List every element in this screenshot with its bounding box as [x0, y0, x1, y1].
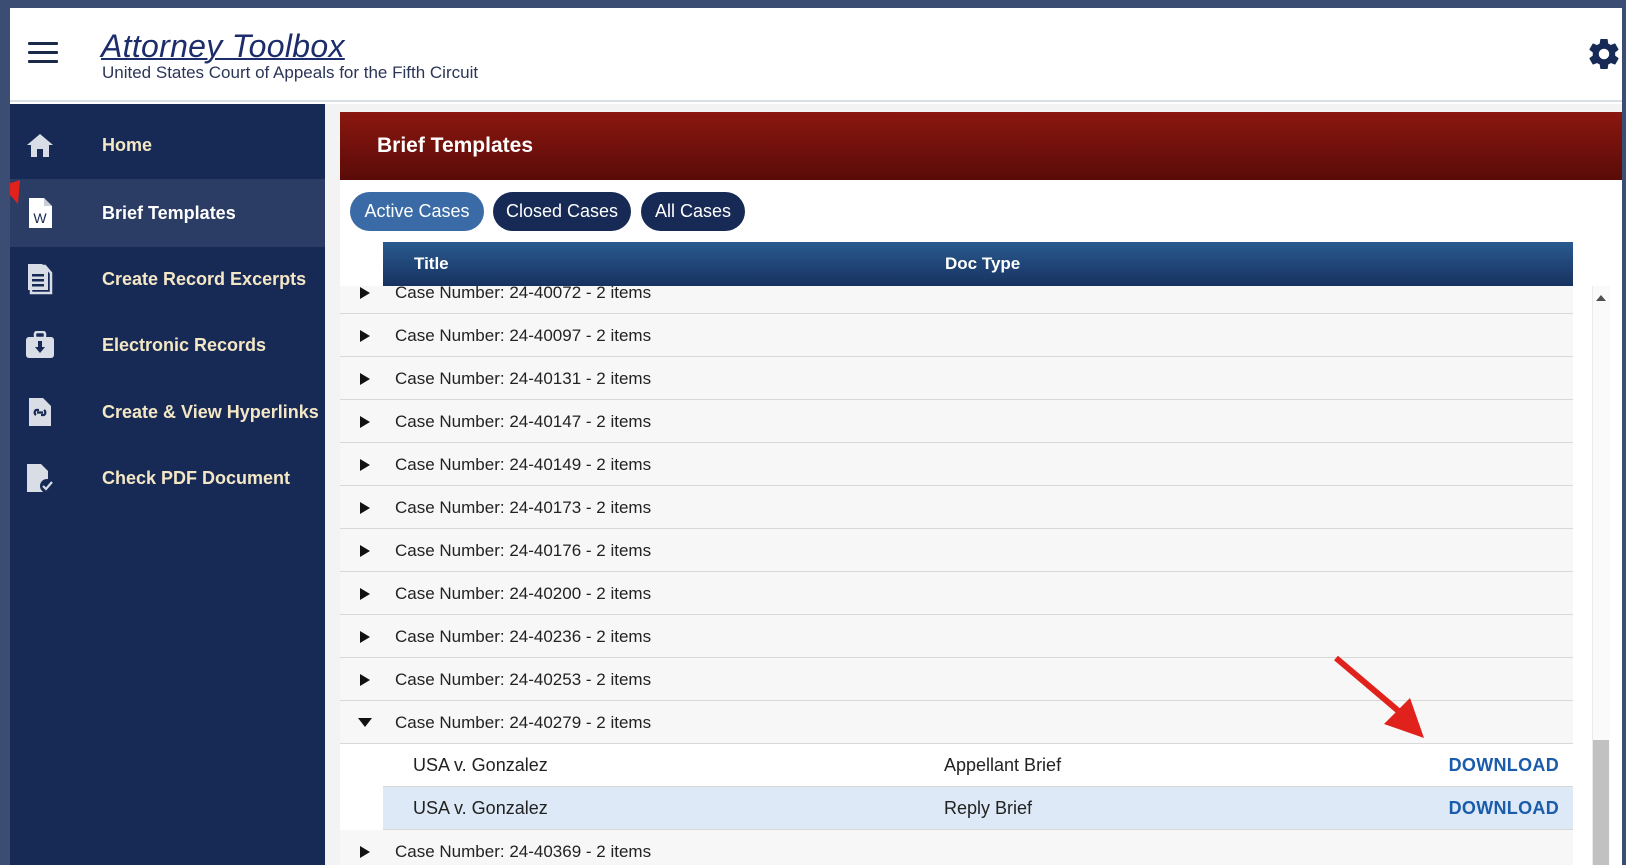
group-row[interactable]: Case Number: 24-40072 - 2 items [340, 286, 1573, 314]
cell-doc-type: Appellant Brief [944, 755, 1062, 775]
expand-triangle-icon[interactable] [357, 658, 373, 701]
app-header: Attorney Toolbox United States Court of … [10, 8, 1622, 102]
expand-triangle-icon[interactable] [357, 400, 373, 443]
expand-triangle-icon[interactable] [357, 529, 373, 572]
sidebar-item-brief-templates[interactable]: W Brief Templates [10, 179, 325, 247]
tab-active-cases[interactable]: Active Cases [350, 192, 484, 231]
column-header-title[interactable]: Title [414, 242, 449, 286]
expand-triangle-icon[interactable] [357, 830, 373, 865]
sidebar-item-check-pdf-document[interactable]: Check PDF Document [10, 444, 325, 512]
collapse-triangle-icon[interactable] [357, 701, 373, 744]
group-row[interactable]: Case Number: 24-40149 - 2 items [340, 443, 1573, 486]
table-row-selected[interactable]: USA v. Gonzalez Reply Brief DOWNLOAD [383, 787, 1573, 830]
group-row[interactable]: Case Number: 24-40131 - 2 items [340, 357, 1573, 400]
table-row[interactable]: USA v. Gonzalez Appellant Brief DOWNLOAD [383, 744, 1573, 787]
expand-triangle-icon[interactable] [357, 314, 373, 357]
group-row[interactable]: Case Number: 24-40369 - 2 items [340, 830, 1573, 865]
group-label: Case Number: 24-40369 - 2 items [395, 842, 652, 861]
app-window: Attorney Toolbox United States Court of … [10, 8, 1622, 865]
group-row[interactable]: Case Number: 24-40176 - 2 items [340, 529, 1573, 572]
gear-icon[interactable] [1586, 36, 1622, 72]
file-link-icon [24, 396, 56, 428]
group-row[interactable]: Case Number: 24-40253 - 2 items [340, 658, 1573, 701]
tab-closed-cases[interactable]: Closed Cases [493, 192, 631, 231]
tab-all-cases[interactable]: All Cases [641, 192, 745, 231]
group-label: Case Number: 24-40131 - 2 items [395, 369, 652, 388]
download-link[interactable]: DOWNLOAD [1449, 787, 1559, 830]
cell-doc-type: Reply Brief [944, 798, 1033, 818]
app-title[interactable]: Attorney Toolbox [101, 30, 345, 62]
scroll-up-arrow-icon[interactable] [1593, 290, 1609, 306]
group-row[interactable]: Case Number: 24-40236 - 2 items [340, 615, 1573, 658]
sidebar-item-label: Brief Templates [102, 203, 236, 223]
panel-header: Brief Templates [340, 112, 1622, 180]
group-label: Case Number: 24-40097 - 2 items [395, 326, 652, 345]
sidebar-item-label: Electronic Records [102, 335, 267, 355]
group-row[interactable]: Case Number: 24-40173 - 2 items [340, 486, 1573, 529]
sidebar-item-label: Create & View Hyperlinks [102, 402, 319, 422]
svg-text:W: W [33, 210, 47, 226]
group-label: Case Number: 24-40072 - 2 items [395, 286, 652, 302]
main-content: Brief Templates Active Cases Closed Case… [325, 104, 1622, 865]
file-check-icon [24, 462, 56, 494]
download-link[interactable]: DOWNLOAD [1449, 744, 1559, 787]
sidebar-item-label: Create Record Excerpts [102, 269, 307, 289]
sidebar-item-electronic-records[interactable]: Electronic Records [10, 311, 325, 379]
group-label: Case Number: 24-40236 - 2 items [395, 627, 652, 646]
expand-triangle-icon[interactable] [357, 357, 373, 400]
grid-header: Title Doc Type [383, 242, 1573, 286]
cell-title: USA v. Gonzalez [413, 798, 548, 818]
group-label: Case Number: 24-40176 - 2 items [395, 541, 652, 560]
sidebar: Home W Brief Templates Create Record Exc… [10, 104, 325, 865]
hamburger-menu-icon[interactable] [28, 42, 58, 66]
brief-templates-grid: Title Doc Type Case Number: 24-40072 - 2… [340, 242, 1622, 865]
group-row-expanded[interactable]: Case Number: 24-40279 - 2 items [340, 701, 1573, 744]
group-label: Case Number: 24-40253 - 2 items [395, 670, 652, 689]
case-filter-tabs: Active Cases Closed Cases All Cases [340, 180, 1622, 242]
briefcase-download-icon [24, 329, 56, 361]
app-subtitle: United States Court of Appeals for the F… [102, 63, 479, 82]
cell-title: USA v. Gonzalez [413, 755, 548, 775]
expand-triangle-icon[interactable] [357, 486, 373, 529]
group-label: Case Number: 24-40147 - 2 items [395, 412, 652, 431]
sidebar-item-label: Home [102, 135, 153, 155]
document-lines-icon [24, 263, 56, 295]
expand-triangle-icon[interactable] [357, 286, 373, 314]
group-label: Case Number: 24-40173 - 2 items [395, 498, 652, 517]
group-row[interactable]: Case Number: 24-40200 - 2 items [340, 572, 1573, 615]
screen-frame: Attorney Toolbox United States Court of … [0, 0, 1626, 865]
group-label: Case Number: 24-40279 - 2 items [395, 713, 652, 732]
group-row[interactable]: Case Number: 24-40097 - 2 items [340, 314, 1573, 357]
sidebar-item-home[interactable]: Home [10, 111, 325, 179]
home-icon [24, 129, 56, 161]
group-label: Case Number: 24-40149 - 2 items [395, 455, 652, 474]
group-row[interactable]: Case Number: 24-40147 - 2 items [340, 400, 1573, 443]
column-header-doc-type[interactable]: Doc Type [945, 242, 1020, 286]
expand-triangle-icon[interactable] [357, 443, 373, 486]
sidebar-item-label: Check PDF Document [102, 468, 291, 488]
scrollbar-thumb[interactable] [1593, 740, 1609, 865]
word-file-icon: W [24, 197, 56, 229]
sidebar-item-create-record-excerpts[interactable]: Create Record Excerpts [10, 245, 325, 313]
expand-triangle-icon[interactable] [357, 615, 373, 658]
grid-body: Case Number: 24-40072 - 2 items Case Num… [340, 286, 1573, 865]
expand-triangle-icon[interactable] [357, 572, 373, 615]
sidebar-item-create-view-hyperlinks[interactable]: Create & View Hyperlinks [10, 378, 325, 446]
group-label: Case Number: 24-40200 - 2 items [395, 584, 652, 603]
page-title: Brief Templates [377, 134, 533, 157]
